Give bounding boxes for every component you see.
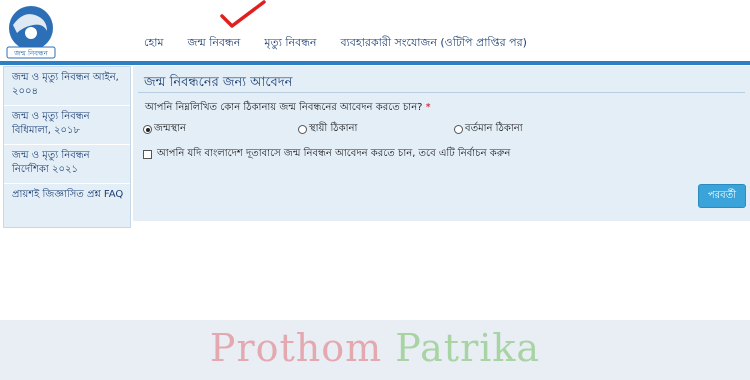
watermark: Prothom Patrika [0,326,750,370]
question-text: আপনি নিম্নলিখিত কোন ঠিকানায় জন্ম নিবন্ধ… [145,102,423,113]
embassy-checkbox[interactable] [143,150,152,159]
sidebar-item-rules-2018[interactable]: জন্ম ও মৃত্যু নিবন্ধন বিধিমালা, ২০১৮ [4,106,130,145]
radio-option-permanent[interactable]: স্থায়ী ঠিকানা [298,121,357,138]
radio-birthplace-label: জন্মস্থান [154,123,187,134]
watermark-word-1: Prothom [209,326,383,370]
nav-user-add[interactable]: ব্যবহারকারী সংযোজন (ওটিপি প্রাপ্তির পর) [329,34,539,53]
logo[interactable]: জন্ম নিবন্ধন [3,3,59,59]
logo-caption: জন্ম নিবন্ধন [13,50,48,58]
check-mark-icon [220,0,266,28]
radio-permanent[interactable] [298,125,307,134]
radio-option-present[interactable]: বর্তমান ঠিকানা [454,121,523,138]
main-nav: হোম জন্ম নিবন্ধন মৃত্যু নিবন্ধন ব্যবহারক… [132,34,539,53]
radio-permanent-label: স্থায়ী ঠিকানা [309,123,358,134]
radio-present[interactable] [454,125,463,134]
application-panel: জন্ম নিবন্ধনের জন্য আবেদন আপনি নিম্নলিখি… [133,66,750,221]
embassy-option[interactable]: আপনি যদি বাংলাদেশ দূতাবাসে জন্ম নিবন্ধন … [143,146,510,163]
embassy-checkbox-label: আপনি যদি বাংলাদেশ দূতাবাসে জন্ম নিবন্ধন … [157,148,511,159]
nav-home[interactable]: হোম [132,34,176,53]
radio-birthplace[interactable] [143,125,152,134]
nav-birth-registration[interactable]: জন্ম নিবন্ধন [176,34,253,53]
sidebar-item-act-2004[interactable]: জন্ম ও মৃত্যু নিবন্ধন আইন, ২০০৪ [4,67,130,106]
required-mark: * [425,102,431,113]
page-title: জন্ম নিবন্ধনের জন্য আবেদন [144,75,293,90]
sidebar: জন্ম ও মৃত্যু নিবন্ধন আইন, ২০০৪ জন্ম ও ম… [3,66,131,228]
title-divider [138,92,745,93]
nav-death-registration[interactable]: মৃত্যু নিবন্ধন [252,34,328,53]
address-question: আপনি নিম্নলিখিত কোন ঠিকানায় জন্ম নিবন্ধ… [145,100,431,117]
header: জন্ম নিবন্ধন হোম জন্ম নিবন্ধন মৃত্যু নিব… [0,0,750,62]
radio-option-birthplace[interactable]: জন্মস্থান [143,121,186,138]
sidebar-item-guideline-2021[interactable]: জন্ম ও মৃত্যু নিবন্ধন নির্দেশিকা ২০২১ [4,145,130,184]
watermark-word-2: Patrika [395,326,541,370]
sidebar-item-faq[interactable]: প্রায়শই জিজ্ঞাসিত প্রশ্ন FAQ [4,184,130,223]
radio-present-label: বর্তমান ঠিকানা [465,123,523,134]
next-button[interactable]: পরবর্তী [698,184,746,208]
